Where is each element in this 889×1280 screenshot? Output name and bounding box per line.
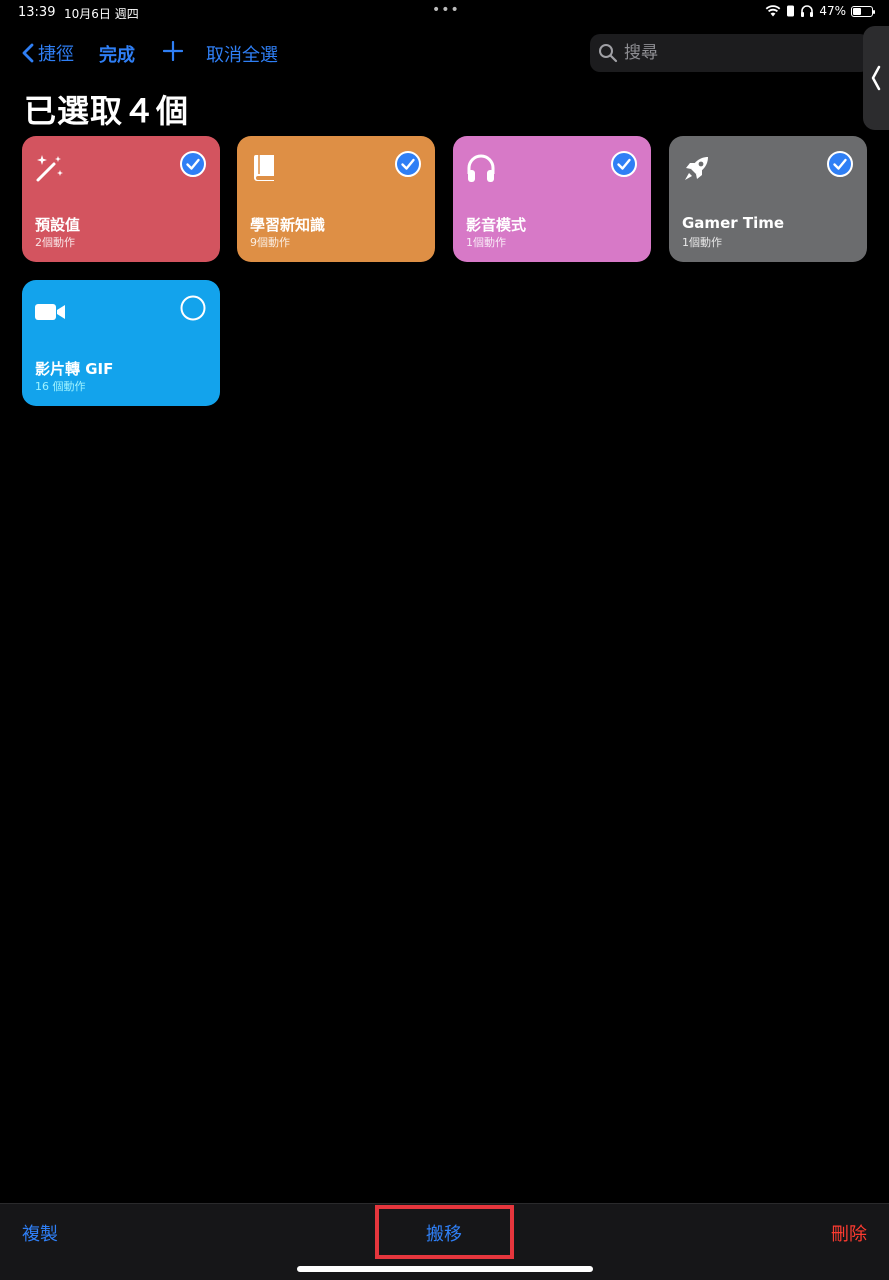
add-button[interactable] xyxy=(162,40,184,65)
shortcut-name: 預設值 xyxy=(35,216,81,234)
chevron-left-icon xyxy=(22,43,34,63)
magic-wand-icon xyxy=(36,155,63,182)
page-title: 已選取４個 xyxy=(24,92,190,130)
sidebar-handle[interactable] xyxy=(863,26,889,130)
status-bar: 13:39 10月6日 週四 ••• 47% xyxy=(0,0,889,26)
selected-checkmark-icon[interactable] xyxy=(395,151,421,177)
battery-icon xyxy=(851,5,875,17)
selected-checkmark-icon[interactable] xyxy=(827,151,853,177)
shortcut-action-count: 9個動作 xyxy=(250,236,290,249)
battery-level xyxy=(853,7,861,15)
shortcut-action-count: 2個動作 xyxy=(35,236,75,249)
nav-bar: 捷徑 完成 取消全選 xyxy=(0,34,889,72)
book-icon xyxy=(254,155,274,181)
selected-checkmark-icon[interactable] xyxy=(611,151,637,177)
wifi-icon xyxy=(766,5,781,17)
shortcut-name: 學習新知識 xyxy=(250,216,326,234)
search-icon xyxy=(599,44,618,63)
shortcut-card-learn-new-knowledge[interactable]: 學習新知識 9個動作 xyxy=(237,136,435,262)
rocket-icon xyxy=(685,157,708,180)
chevron-left-icon xyxy=(871,65,881,91)
shortcut-card-gamer-time[interactable]: Gamer Time 1個動作 xyxy=(669,136,867,262)
shortcut-card-media-mode[interactable]: 影音模式 1個動作 xyxy=(453,136,651,262)
status-indicators: 47% xyxy=(765,4,875,18)
move-button-highlight xyxy=(375,1205,514,1259)
headphones-status-icon xyxy=(801,5,814,17)
shortcut-action-count: 1個動作 xyxy=(682,236,722,249)
battery-percent: 47% xyxy=(819,4,846,18)
shortcut-name: 影音模式 xyxy=(466,216,527,234)
search-bar[interactable] xyxy=(590,34,870,72)
back-button[interactable]: 捷徑 xyxy=(22,40,74,66)
headphones-icon xyxy=(467,154,495,182)
copy-button[interactable]: 複製 xyxy=(22,1220,58,1246)
device-icon xyxy=(787,5,795,17)
delete-button[interactable]: 刪除 xyxy=(831,1220,867,1246)
plus-icon xyxy=(162,40,184,62)
multitasking-dots-icon[interactable]: ••• xyxy=(432,2,460,18)
unselected-circle-icon[interactable] xyxy=(180,295,206,321)
shortcut-name: 影片轉 GIF xyxy=(35,360,114,378)
shortcut-card-video-to-gif[interactable]: 影片轉 GIF 16 個動作 xyxy=(22,280,220,406)
home-indicator[interactable] xyxy=(297,1266,593,1272)
video-camera-icon xyxy=(35,304,65,320)
back-button-label: 捷徑 xyxy=(38,44,74,65)
shortcut-action-count: 1個動作 xyxy=(466,236,506,249)
search-input[interactable] xyxy=(622,42,856,64)
status-date: 10月6日 週四 xyxy=(64,7,139,21)
shortcut-action-count: 16 個動作 xyxy=(35,380,86,393)
shortcut-card-default-values[interactable]: 預設值 2個動作 xyxy=(22,136,220,262)
status-time: 13:39 xyxy=(18,5,56,20)
done-button[interactable]: 完成 xyxy=(99,41,135,67)
deselect-all-button[interactable]: 取消全選 xyxy=(206,41,278,67)
selected-checkmark-icon[interactable] xyxy=(180,151,206,177)
shortcut-name: Gamer Time xyxy=(682,214,785,232)
